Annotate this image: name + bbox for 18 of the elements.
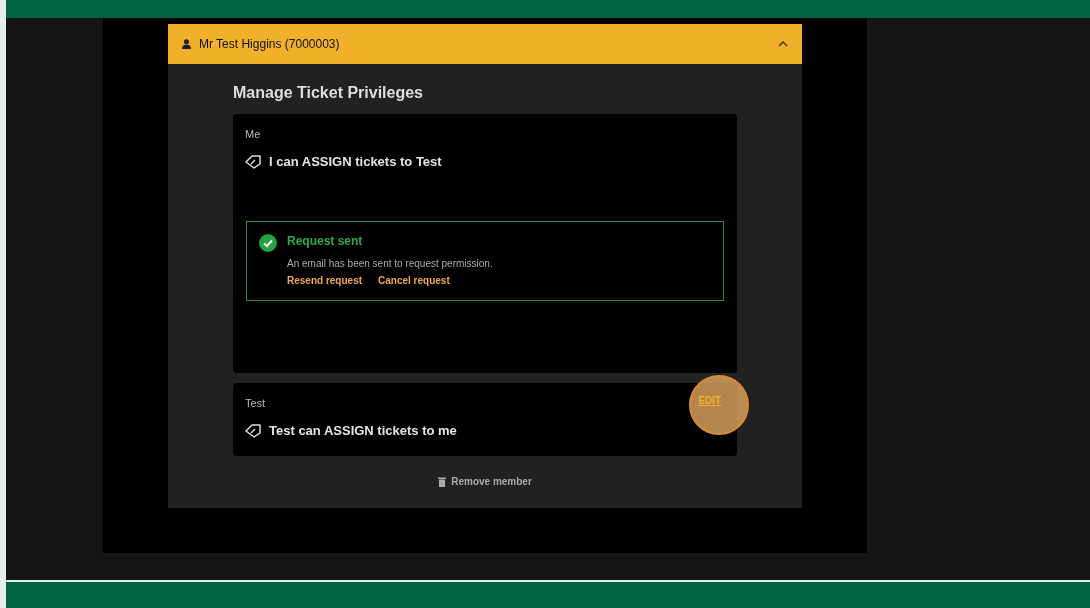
member-name: Mr Test Higgins (7000003) xyxy=(199,37,341,51)
ticket-icon xyxy=(245,423,261,438)
alert-title: Request sent xyxy=(287,234,364,250)
request-link[interactable]: Cancel request xyxy=(378,275,450,286)
check-icon xyxy=(259,234,277,252)
person-icon xyxy=(182,39,191,49)
party-label: Me xyxy=(245,128,261,140)
chevron-icon[interactable] xyxy=(778,41,788,47)
privilege-text: Test can ASSIGN tickets to me xyxy=(269,423,457,438)
remove-member-link[interactable]: Remove member xyxy=(451,476,532,487)
trash-icon xyxy=(438,476,447,487)
request-link[interactable]: Resend request xyxy=(287,275,363,286)
section-title: Manage Ticket Privileges xyxy=(233,84,424,102)
privilege-text: I can ASSIGN tickets to Test xyxy=(269,154,442,169)
accordion-header[interactable]: Mr Test Higgins (7000003) xyxy=(168,24,802,64)
ticket-icon xyxy=(245,154,261,169)
alert-message: An email has been sent to request permission. xyxy=(287,258,494,269)
party-label: Test xyxy=(245,397,266,409)
